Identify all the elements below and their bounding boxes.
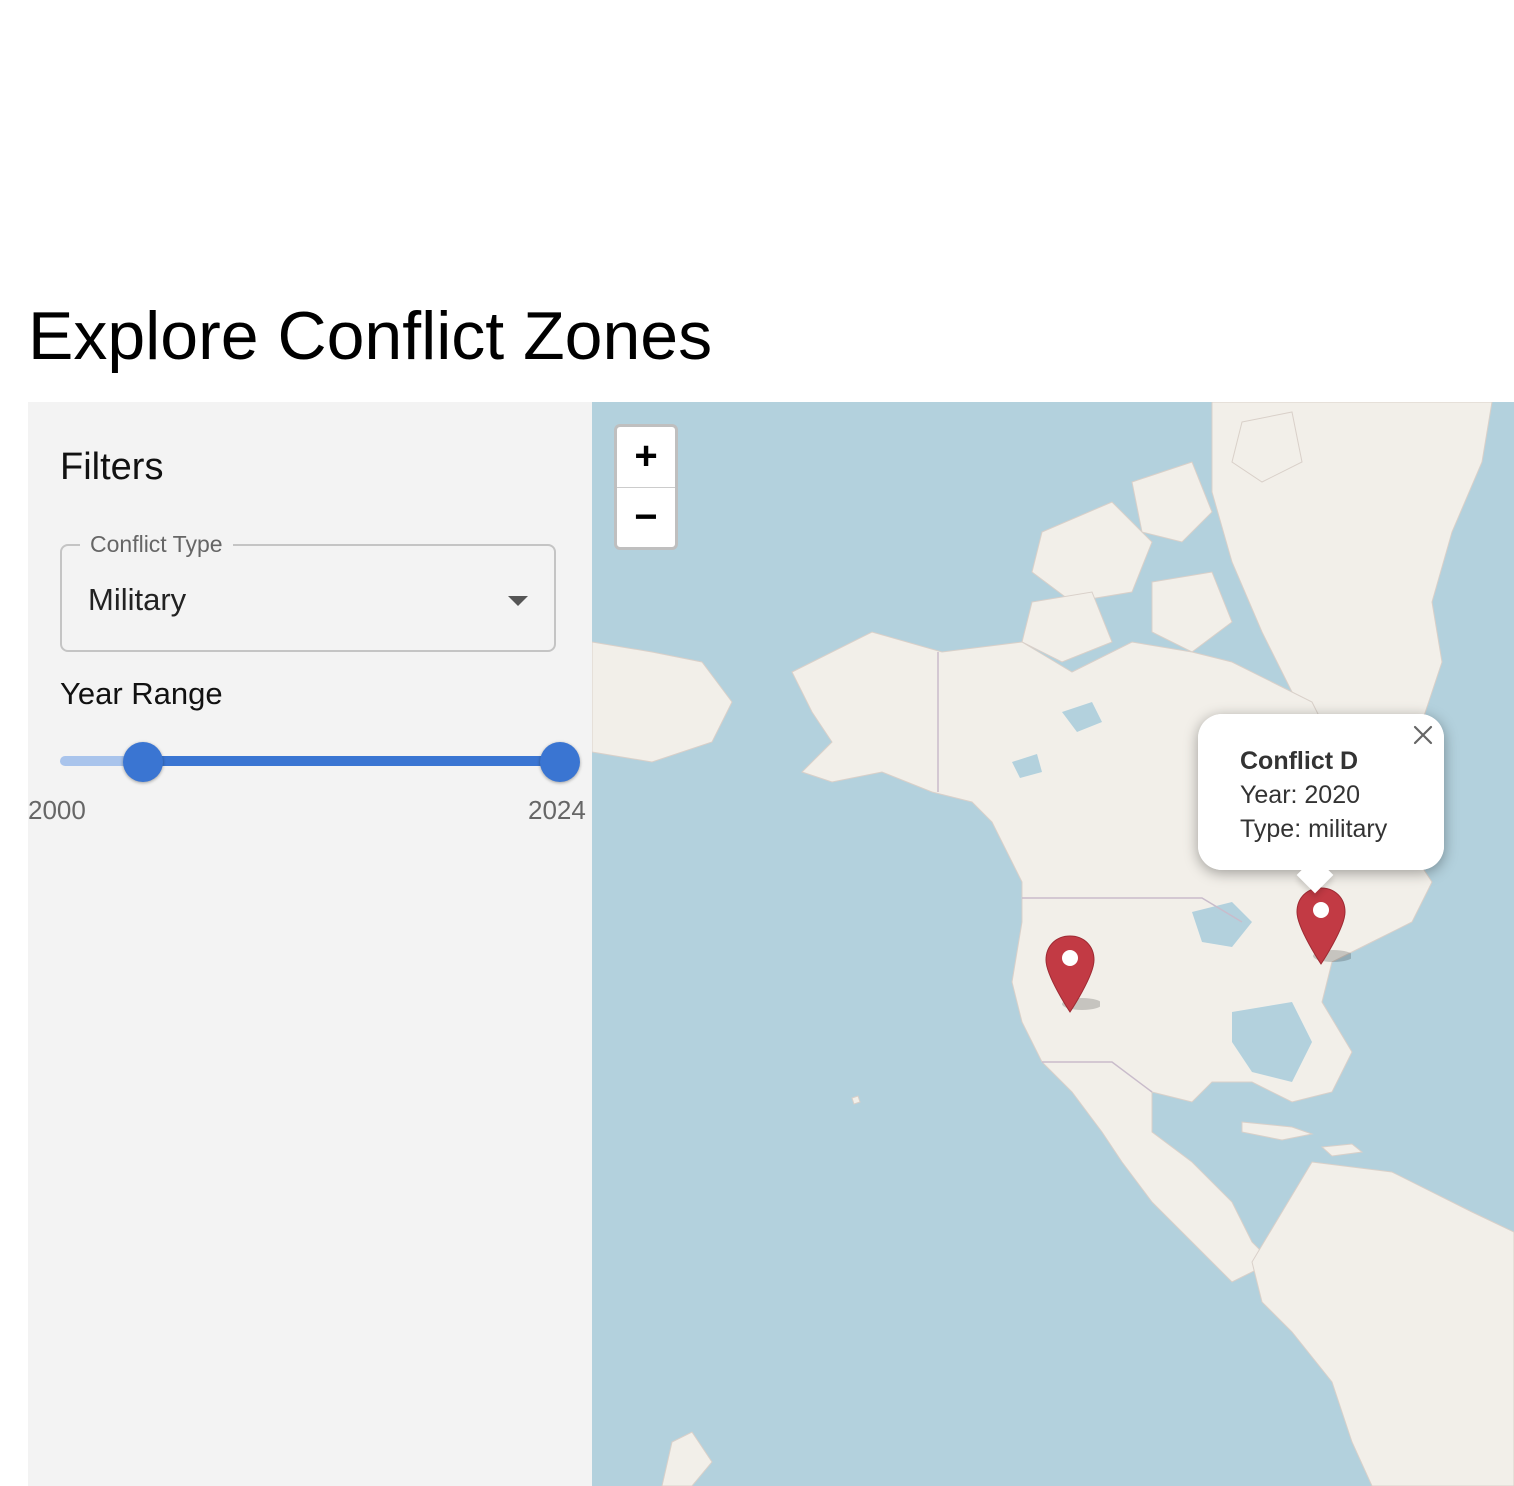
popup-year: Year: 2020 bbox=[1240, 781, 1361, 809]
slider-track bbox=[143, 756, 560, 766]
filters-heading: Filters bbox=[60, 446, 164, 488]
filters-sidebar: Filters Conflict Type Military Year Rang… bbox=[28, 402, 592, 1486]
zoom-in-button[interactable]: + bbox=[617, 427, 675, 488]
year-min-label: 2000 bbox=[28, 795, 86, 825]
main-layout: Filters Conflict Type Military Year Rang… bbox=[28, 402, 1514, 1486]
zoom-control: + − bbox=[614, 424, 678, 550]
map-view[interactable]: + − Conflict D Year: 2020 Type: military bbox=[592, 402, 1514, 1486]
conflict-popup: Conflict D Year: 2020 Type: military bbox=[1198, 714, 1444, 894]
conflict-type-label: Conflict Type bbox=[80, 530, 233, 558]
slider-thumb-max[interactable] bbox=[540, 742, 580, 782]
year-range-label: Year Range bbox=[60, 676, 223, 711]
year-max-label: 2024 bbox=[528, 795, 586, 825]
popup-title: Conflict D bbox=[1240, 747, 1359, 775]
popup-content: Conflict D Year: 2020 Type: military bbox=[1240, 744, 1387, 846]
popup-type: Type: military bbox=[1240, 815, 1388, 843]
caret-down-icon bbox=[508, 596, 528, 606]
conflict-type-select[interactable]: Conflict Type Military bbox=[60, 530, 556, 652]
year-range-slider[interactable] bbox=[60, 742, 580, 782]
zoom-out-button[interactable]: − bbox=[617, 488, 675, 547]
map-marker-icon[interactable] bbox=[1044, 934, 1102, 1019]
close-icon[interactable] bbox=[1412, 724, 1434, 746]
conflict-type-value: Military bbox=[88, 582, 187, 617]
map-marker-icon[interactable] bbox=[1295, 886, 1353, 971]
slider-thumb-min[interactable] bbox=[123, 742, 164, 782]
page-title: Explore Conflict Zones bbox=[28, 298, 713, 374]
